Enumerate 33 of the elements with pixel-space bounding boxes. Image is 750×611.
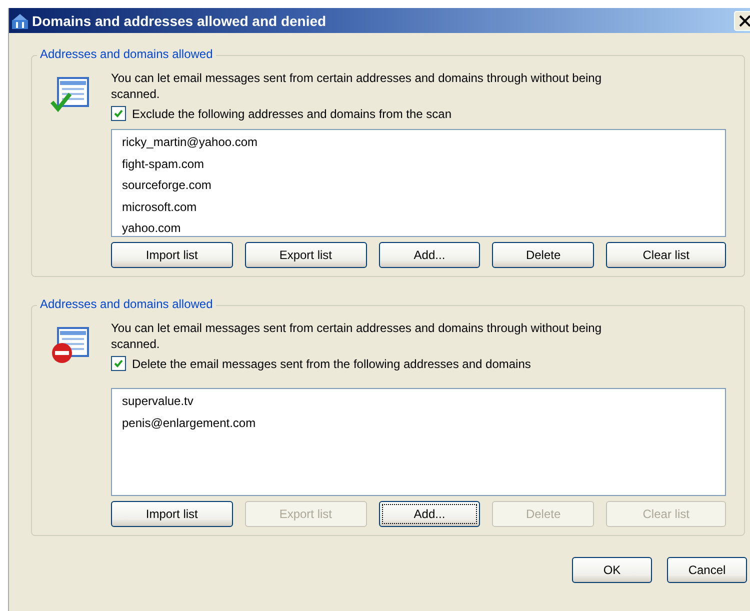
list-button[interactable]: Export list xyxy=(244,242,367,268)
list-item[interactable]: penis@enlargement.com xyxy=(122,412,256,434)
list-item[interactable]: sourceforge.com xyxy=(122,175,212,196)
list-stop-icon xyxy=(50,326,90,364)
app-icon xyxy=(11,12,29,30)
checkbox-label[interactable]: Exclude the following addresses and domains from the scan xyxy=(132,106,452,120)
ok-button[interactable]: OK xyxy=(572,557,652,583)
list-button[interactable]: Delete xyxy=(492,242,594,268)
checkbox-label[interactable]: Delete the email messages sent from the following addresses and domains xyxy=(132,356,531,370)
description-text: You can let email messages sent from certain addresses and domains through without being scanned. xyxy=(111,320,603,352)
check-icon xyxy=(114,359,123,368)
list-button[interactable]: Add... xyxy=(378,242,480,268)
list-button[interactable]: Add... xyxy=(378,501,480,527)
description-text: You can let email messages sent from certain addresses and domains through without being scanned. xyxy=(111,70,603,102)
list-button[interactable]: Clear list xyxy=(606,242,726,268)
address-list[interactable]: supervalue.tv penis@enlargement.com xyxy=(111,388,726,496)
list-item[interactable]: yahoo.com xyxy=(122,218,181,240)
list-button[interactable]: Import list xyxy=(111,242,233,268)
group-title: Addresses and domains allowed xyxy=(37,47,216,61)
close-icon[interactable] xyxy=(734,11,750,31)
checkbox[interactable] xyxy=(111,356,126,371)
list-button[interactable]: Import list xyxy=(111,501,233,527)
cancel-button[interactable]: Cancel xyxy=(667,557,747,583)
list-item[interactable]: supervalue.tv xyxy=(122,391,194,412)
group-title: Addresses and domains allowed xyxy=(37,297,216,311)
checkbox[interactable] xyxy=(111,106,126,121)
list-check-icon xyxy=(50,76,90,114)
window-title: Domains and addresses allowed and denied xyxy=(32,12,326,28)
list-item[interactable]: fight-spam.com xyxy=(122,154,204,175)
address-list[interactable]: ricky_martin@yahoo.com fight-spam.com sourceforge.com microsoft.com yahoo.com xyxy=(111,129,726,237)
check-icon xyxy=(114,109,123,118)
list-item[interactable]: ricky_martin@yahoo.com xyxy=(122,132,258,154)
list-item[interactable]: microsoft.com xyxy=(122,196,197,218)
